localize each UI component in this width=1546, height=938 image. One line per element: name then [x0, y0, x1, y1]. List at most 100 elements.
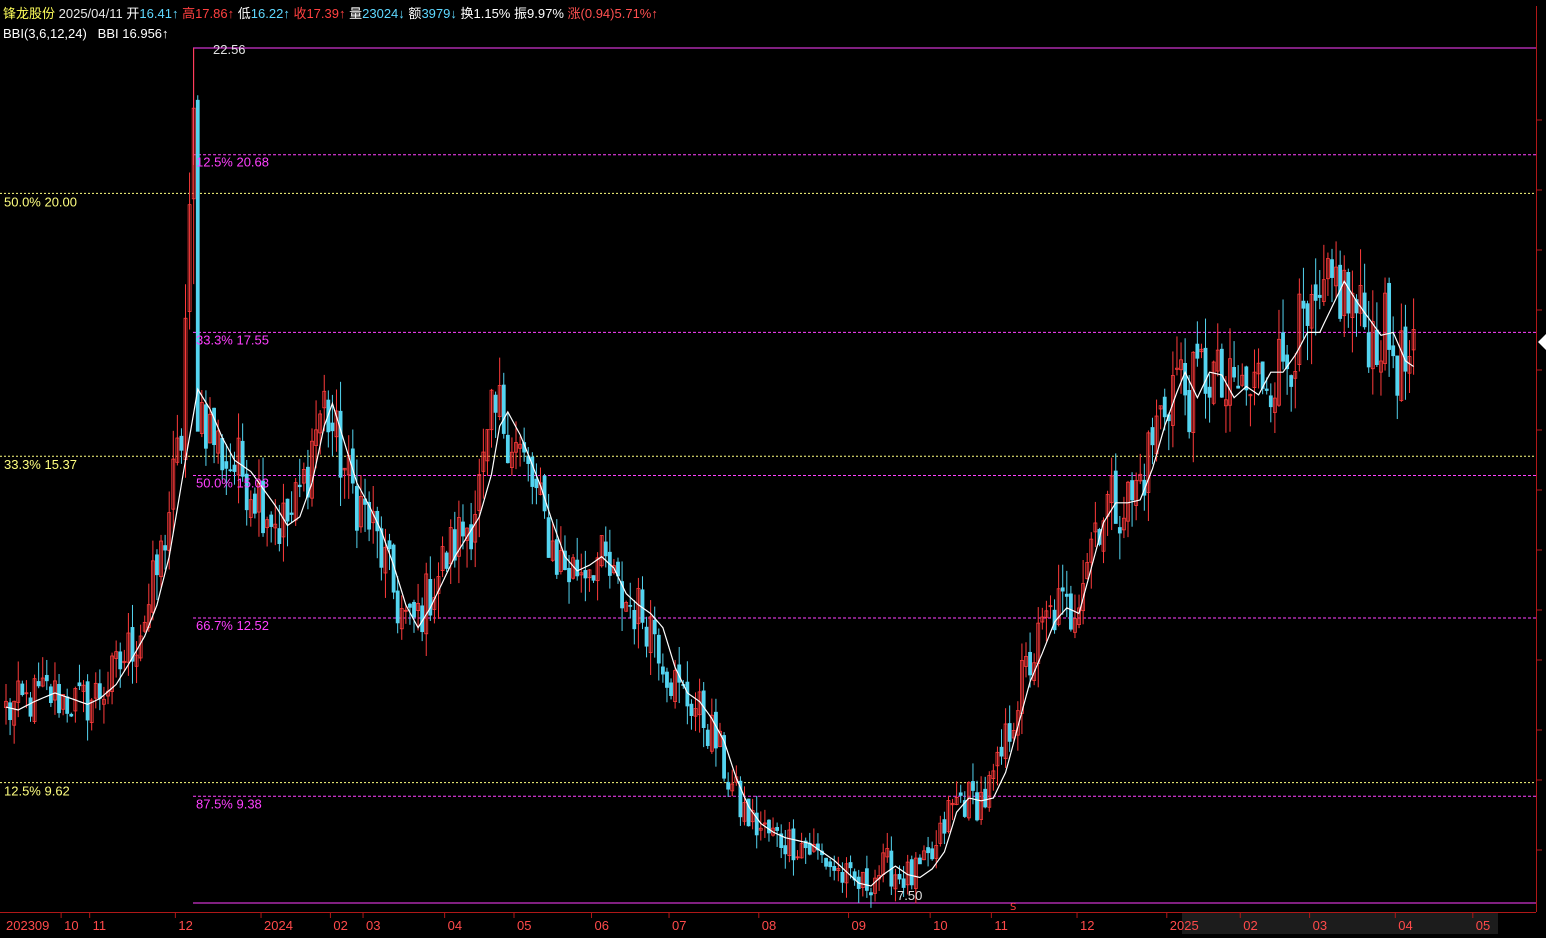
candle-body	[909, 859, 914, 886]
axis-highlight	[1182, 913, 1498, 934]
month-label: 12	[178, 918, 192, 933]
open-label: 开	[126, 6, 140, 21]
candle-body	[783, 845, 788, 855]
signal-icon: S	[1010, 902, 1016, 913]
candle-body	[1203, 347, 1208, 394]
candle-body	[971, 781, 975, 791]
candle-body	[534, 478, 539, 489]
candle-body	[338, 410, 343, 478]
fib-a-label: 12.5% 20.68	[196, 155, 269, 170]
candle-body	[224, 461, 229, 469]
candle-body	[1068, 593, 1073, 630]
candle-body	[975, 792, 979, 821]
candle-body	[591, 575, 596, 581]
candle-body	[942, 819, 947, 834]
indicator-legend: BBI(3,6,12,24) BBI 16.956↑	[3, 26, 169, 42]
candle-body	[1317, 294, 1322, 298]
close-value: 17.39	[306, 6, 339, 21]
month-label: 11	[93, 918, 107, 933]
candle-body	[330, 422, 335, 432]
candle-body	[546, 517, 551, 558]
vol-arrow: ↓	[398, 6, 405, 21]
month-label: 05	[1476, 918, 1490, 933]
candle-body	[1268, 395, 1273, 408]
low-value: 16.22	[250, 6, 284, 21]
amplitude-label: 振	[514, 6, 528, 21]
candle-body	[1395, 355, 1400, 396]
candle-body	[179, 435, 184, 451]
month-label: 08	[762, 918, 776, 933]
candle-body	[930, 848, 935, 860]
candle-body	[1330, 259, 1334, 278]
low-arrow: ↑	[283, 6, 290, 21]
candle-body	[603, 541, 608, 557]
fib-a-label: 33.3% 17.55	[196, 332, 269, 347]
candle-body	[277, 528, 282, 544]
candle-body	[1028, 651, 1032, 676]
candle-body	[285, 498, 290, 522]
candle-body	[628, 604, 633, 607]
month-label: 03	[1313, 918, 1327, 933]
candle-body	[220, 437, 225, 471]
candle-body	[505, 434, 510, 464]
candle-body	[897, 873, 902, 880]
month-label: 06	[595, 918, 609, 933]
high-value: 17.86	[195, 6, 228, 21]
candle-body	[1264, 388, 1269, 391]
open-value: 16.41	[139, 6, 172, 21]
candle-body	[354, 486, 359, 531]
candle-body	[289, 512, 294, 515]
candle-body	[1150, 427, 1155, 446]
candle-body	[1346, 272, 1351, 314]
candle-body	[669, 682, 673, 696]
candle-body	[1362, 292, 1367, 328]
candle-body	[28, 697, 33, 717]
fib-b-label: 50.0% 20.00	[4, 194, 77, 209]
candle-body	[1289, 375, 1294, 387]
candle-body	[840, 871, 845, 883]
candle-body	[8, 702, 12, 721]
candle-body	[575, 559, 580, 577]
candle-body	[864, 868, 869, 891]
candle-body	[20, 683, 25, 696]
month-label: 07	[672, 918, 686, 933]
candle-body	[583, 570, 588, 579]
quote-date: 2025/04/11	[58, 6, 123, 21]
candle-body	[640, 589, 645, 623]
month-label: 02	[1243, 918, 1257, 933]
candle-body	[918, 857, 922, 865]
candle-body	[1219, 348, 1224, 398]
candle-body	[195, 99, 200, 432]
candle-body	[1374, 329, 1379, 365]
candle-body	[228, 469, 233, 472]
candle-body	[660, 666, 665, 675]
month-label: 10	[64, 918, 78, 933]
high-arrow: ↑	[227, 6, 235, 21]
stock-name: 锋龙股份	[3, 6, 56, 21]
candle-body	[689, 703, 694, 716]
kline-chart[interactable]: 12.5% 20.68 33.3% 17.55 50.0% 15.03 66.7% 1…	[0, 0, 1546, 938]
candle-body	[832, 866, 837, 871]
candle-body	[77, 682, 82, 687]
month-label: 202309	[6, 918, 49, 933]
month-label: 10	[933, 918, 947, 933]
candle-body	[1007, 723, 1012, 742]
candle-body	[767, 819, 771, 834]
close-arrow: ↑	[339, 6, 346, 21]
candle-body	[848, 862, 853, 869]
fib-b-label: 12.5% 9.62	[4, 784, 70, 799]
candle-body	[1391, 345, 1396, 357]
candle-body	[387, 540, 392, 550]
fib-a-label: 87.5% 9.38	[196, 796, 262, 811]
fib-a-label: 66.7% 12.52	[196, 618, 269, 633]
candle-body	[85, 681, 90, 721]
candle-body	[493, 394, 498, 413]
candle-body	[69, 713, 74, 717]
candle-body	[1403, 326, 1408, 372]
candle-body	[807, 842, 812, 855]
month-label: 04	[1398, 918, 1412, 933]
close-label: 收	[293, 6, 307, 21]
candle-body	[118, 651, 123, 670]
indicator-name: BBI(3,6,12,24)	[3, 26, 87, 41]
candle-body	[958, 792, 963, 796]
